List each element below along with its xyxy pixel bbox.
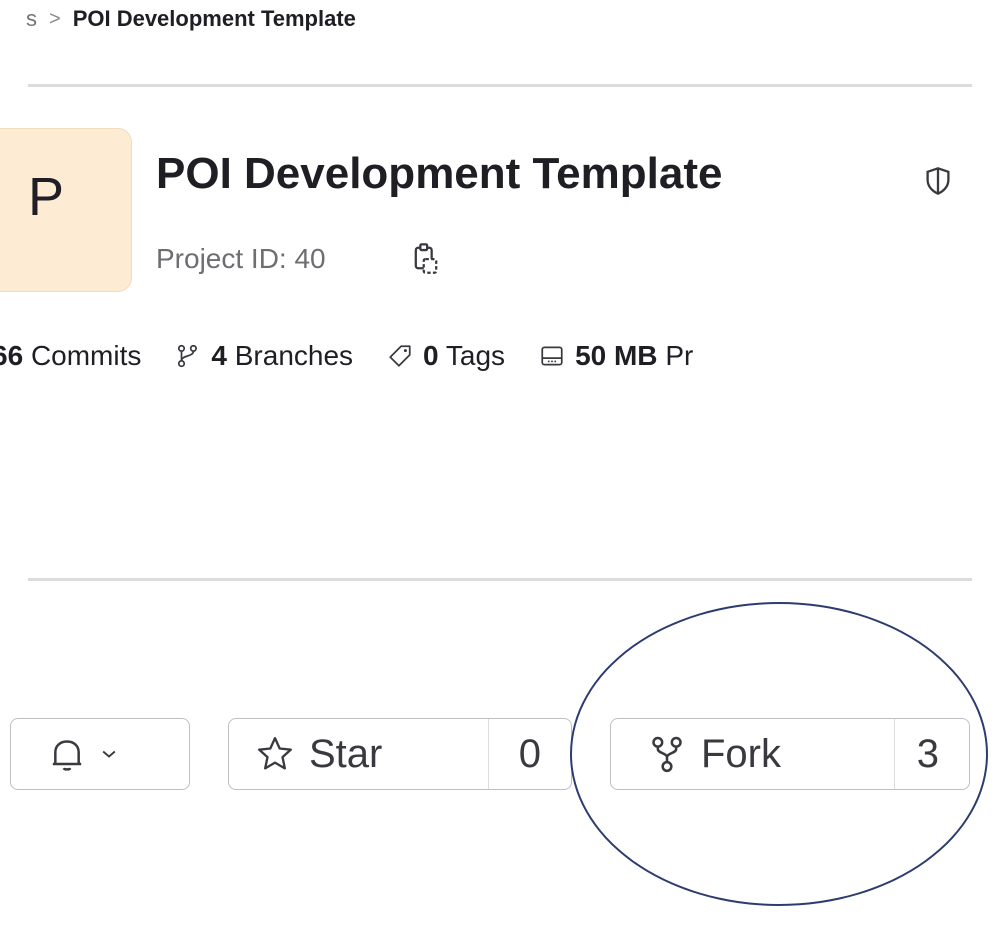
branches-label: Branches bbox=[234, 340, 354, 371]
star-button[interactable]: Star 0 bbox=[228, 718, 572, 790]
storage-value: 50 MB bbox=[575, 340, 658, 371]
storage-icon bbox=[541, 346, 563, 366]
breadcrumb-separator: > bbox=[49, 7, 61, 30]
project-avatar bbox=[0, 128, 132, 292]
breadcrumb-previous-link[interactable]: s bbox=[26, 6, 37, 32]
commits-label: Commits bbox=[30, 340, 142, 371]
tags-label: Tags bbox=[445, 340, 506, 371]
star-count[interactable]: 0 bbox=[487, 719, 571, 789]
breadcrumb: s > POI Development Template bbox=[26, 6, 356, 32]
breadcrumb-current[interactable]: POI Development Template bbox=[73, 6, 356, 32]
fork-button[interactable]: Fork 3 bbox=[610, 718, 970, 790]
notification-dropdown-button[interactable] bbox=[10, 718, 190, 790]
branch-icon bbox=[178, 344, 198, 368]
divider-top bbox=[28, 84, 972, 87]
commits-count: 66 bbox=[0, 340, 24, 371]
commits-link[interactable]: 66 Commits bbox=[0, 340, 141, 372]
tags-link[interactable]: 0 Tags bbox=[387, 340, 505, 372]
avatar-letter: P bbox=[28, 167, 65, 227]
project-id: Project ID: 40 bbox=[156, 243, 326, 274]
shield-icon[interactable] bbox=[924, 166, 952, 196]
storage-label: Pr bbox=[665, 340, 694, 371]
branches-link[interactable]: 4 Branches bbox=[175, 340, 353, 372]
divider-bottom bbox=[28, 578, 972, 581]
fork-label: Fork bbox=[701, 731, 781, 776]
project-stats: 66 Commits 4 Branches 0 Tags 50 MB Pr bbox=[0, 340, 727, 372]
storage-link[interactable]: 50 MB Pr bbox=[539, 340, 693, 372]
star-icon bbox=[258, 737, 292, 770]
fork-count[interactable]: 3 bbox=[893, 719, 969, 789]
branches-count: 4 bbox=[211, 340, 227, 371]
page-title: POI Development Template bbox=[156, 149, 723, 198]
chevron-down-icon bbox=[102, 750, 116, 758]
copy-icon[interactable] bbox=[412, 241, 440, 275]
star-label: Star bbox=[309, 731, 383, 776]
bell-icon bbox=[52, 740, 82, 771]
tag-icon bbox=[389, 345, 411, 367]
tags-count: 0 bbox=[423, 340, 439, 371]
fork-icon bbox=[652, 736, 682, 773]
